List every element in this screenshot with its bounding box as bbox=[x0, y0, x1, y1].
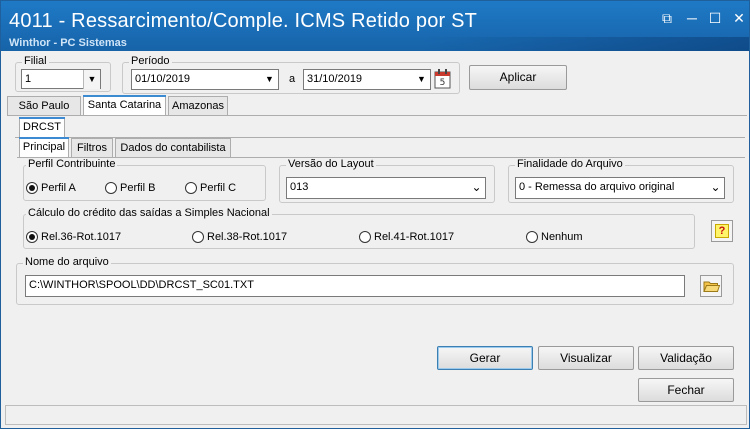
chevron-down-icon[interactable]: ▼ bbox=[413, 70, 430, 89]
radio-label: Perfil B bbox=[120, 182, 156, 194]
tab-filtros[interactable]: Filtros bbox=[71, 138, 113, 157]
period-separator: a bbox=[289, 73, 296, 85]
radio-rel38[interactable]: Rel.38-Rot.1017 bbox=[192, 231, 302, 245]
gerar-button[interactable]: Gerar bbox=[437, 346, 533, 370]
radio-button[interactable] bbox=[185, 182, 197, 194]
radio-rel36[interactable]: Rel.36-Rot.1017 bbox=[26, 231, 136, 245]
calendar-icon[interactable]: 5 bbox=[434, 68, 452, 90]
versao-group: Versão do Layout 013 ⌄ bbox=[279, 158, 495, 203]
validacao-button[interactable]: Validação bbox=[638, 346, 734, 370]
file-name-input[interactable]: C:\WINTHOR\SPOOL\DD\DRCST_SC01.TXT bbox=[25, 275, 685, 297]
radio-nenhum[interactable]: Nenhum bbox=[526, 231, 596, 245]
restore-icon[interactable]: ⧉ bbox=[657, 9, 677, 27]
radio-button[interactable] bbox=[26, 231, 38, 243]
close-icon[interactable]: ✕ bbox=[729, 9, 749, 27]
browse-folder-button[interactable] bbox=[700, 275, 722, 297]
radio-label: Perfil A bbox=[41, 182, 76, 194]
periodo-group: Período 01/10/2019 ▼ a 31/10/2019 ▼ 5 bbox=[122, 55, 460, 94]
radio-button[interactable] bbox=[359, 231, 371, 243]
inner-tabs-baseline bbox=[17, 157, 745, 158]
period-start-date[interactable]: 01/10/2019 ▼ bbox=[131, 69, 279, 90]
minimize-icon[interactable]: ─ bbox=[682, 9, 702, 27]
chevron-down-icon[interactable]: ⌄ bbox=[707, 178, 724, 197]
layout-version-select[interactable]: 013 ⌄ bbox=[286, 177, 486, 199]
radio-button[interactable] bbox=[526, 231, 538, 243]
period-end-date[interactable]: 31/10/2019 ▼ bbox=[303, 69, 431, 90]
period-end-value: 31/10/2019 bbox=[307, 73, 363, 85]
calculo-group: Cálculo do crédito das saídas a Simples … bbox=[23, 207, 695, 249]
finalidade-group: Finalidade do Arquivo 0 - Remessa do arq… bbox=[508, 158, 734, 203]
radio-button[interactable] bbox=[26, 182, 38, 194]
radio-label: Nenhum bbox=[541, 231, 583, 243]
chevron-down-icon[interactable]: ⌄ bbox=[468, 178, 485, 197]
file-purpose-value: 0 - Remessa do arquivo original bbox=[519, 181, 675, 193]
tab-drcst[interactable]: DRCST bbox=[19, 117, 65, 138]
chevron-down-icon[interactable]: ▼ bbox=[261, 70, 278, 89]
calculo-label: Cálculo do crédito das saídas a Simples … bbox=[26, 207, 272, 219]
filial-value: 1 bbox=[25, 73, 32, 85]
radio-label: Rel.41-Rot.1017 bbox=[374, 231, 455, 243]
period-start-value: 01/10/2019 bbox=[135, 73, 191, 85]
svg-text:5: 5 bbox=[440, 78, 446, 88]
radio-perfil-a[interactable]: Perfil A bbox=[26, 182, 96, 196]
maximize-icon[interactable]: ☐ bbox=[705, 9, 725, 27]
tab-dados-contabilista[interactable]: Dados do contabilista bbox=[115, 138, 231, 157]
visualizar-button[interactable]: Visualizar bbox=[538, 346, 634, 370]
versao-label: Versão do Layout bbox=[286, 158, 376, 170]
tab-principal[interactable]: Principal bbox=[19, 137, 69, 158]
radio-perfil-b[interactable]: Perfil B bbox=[105, 182, 175, 196]
radio-label: Rel.38-Rot.1017 bbox=[207, 231, 288, 243]
question-icon: ? bbox=[715, 224, 729, 238]
filial-label: Filial bbox=[22, 55, 49, 67]
help-button[interactable]: ? bbox=[711, 220, 733, 242]
apply-button[interactable]: Aplicar bbox=[469, 65, 567, 90]
layout-version-value: 013 bbox=[290, 181, 309, 193]
status-bar bbox=[5, 405, 747, 425]
radio-perfil-c[interactable]: Perfil C bbox=[185, 182, 255, 196]
title-bar[interactable]: 4011 - Ressarcimento/Comple. ICMS Retido… bbox=[1, 1, 749, 51]
radio-label: Perfil C bbox=[200, 182, 237, 194]
tab-amazonas[interactable]: Amazonas bbox=[168, 96, 228, 115]
app-window: 4011 - Ressarcimento/Comple. ICMS Retido… bbox=[0, 0, 750, 429]
file-purpose-select[interactable]: 0 - Remessa do arquivo original ⌄ bbox=[515, 177, 725, 199]
window-client: Filial 1 ▼ Período 01/10/2019 ▼ a 31/10/… bbox=[5, 51, 747, 427]
perfil-label: Perfil Contribuinte bbox=[26, 158, 118, 170]
chevron-down-icon[interactable]: ▼ bbox=[83, 70, 100, 89]
filial-group: Filial 1 ▼ bbox=[15, 55, 111, 92]
file-name-value: C:\WINTHOR\SPOOL\DD\DRCST_SC01.TXT bbox=[29, 279, 254, 291]
window-title: 4011 - Ressarcimento/Comple. ICMS Retido… bbox=[9, 10, 478, 32]
fechar-button[interactable]: Fechar bbox=[638, 378, 734, 402]
title-bar-glow bbox=[421, 37, 749, 51]
folder-icon bbox=[703, 281, 721, 292]
perfil-group: Perfil Contribuinte Perfil A Perfil B Pe… bbox=[23, 158, 266, 201]
filial-select[interactable]: 1 ▼ bbox=[21, 69, 101, 89]
tab-sao-paulo[interactable]: São Paulo bbox=[7, 96, 81, 115]
periodo-label: Período bbox=[129, 55, 172, 67]
state-tabs-baseline bbox=[7, 115, 747, 116]
radio-rel41[interactable]: Rel.41-Rot.1017 bbox=[359, 231, 469, 245]
arquivo-group: Nome do arquivo C:\WINTHOR\SPOOL\DD\DRCS… bbox=[16, 256, 734, 305]
radio-button[interactable] bbox=[105, 182, 117, 194]
tab-santa-catarina[interactable]: Santa Catarina bbox=[83, 95, 166, 116]
finalidade-label: Finalidade do Arquivo bbox=[515, 158, 625, 170]
window-subtitle: Winthor - PC Sistemas bbox=[9, 37, 127, 49]
radio-label: Rel.36-Rot.1017 bbox=[41, 231, 122, 243]
arquivo-label: Nome do arquivo bbox=[23, 256, 111, 268]
radio-button[interactable] bbox=[192, 231, 204, 243]
